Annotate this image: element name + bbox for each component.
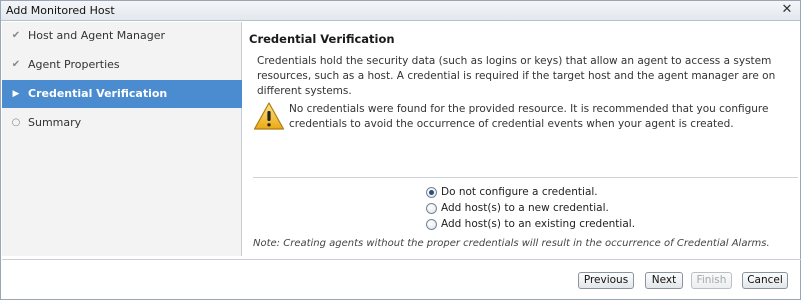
warning-icon — [253, 102, 285, 130]
window-title: Add Monitored Host — [6, 4, 115, 17]
option-add-to-new-credential[interactable]: Add host(s) to a new credential. — [425, 200, 635, 216]
step-host-and-agent-manager[interactable]: ✔ Host and Agent Manager — [2, 22, 242, 50]
intro-text: Credentials hold the security data (such… — [257, 55, 776, 97]
option-label: Do not configure a credential. — [441, 186, 598, 198]
radio-button[interactable] — [426, 219, 437, 230]
step-agent-properties[interactable]: ✔ Agent Properties — [2, 51, 242, 79]
step-label: Credential Verification — [28, 87, 168, 100]
close-icon[interactable]: ✕ — [780, 3, 794, 17]
page-title: Credential Verification — [249, 32, 395, 46]
step-label: Agent Properties — [28, 58, 120, 71]
checkmark-icon: ✔ — [11, 30, 21, 41]
divider — [253, 177, 798, 178]
play-arrow-icon: ▶ — [12, 89, 20, 99]
step-label: Summary — [28, 116, 82, 129]
next-button[interactable]: Next — [645, 272, 683, 289]
radio-button-selected[interactable] — [426, 187, 437, 198]
step-label: Host and Agent Manager — [28, 29, 166, 42]
circle-icon: ○ — [11, 117, 21, 128]
add-monitored-host-dialog: Add Monitored Host ✕ ✔ Host and Agent Ma… — [0, 0, 801, 300]
option-label: Add host(s) to an existing credential. — [441, 218, 636, 230]
footer-divider — [2, 259, 801, 260]
checkmark-icon: ✔ — [11, 59, 21, 70]
note-text: Note: Creating agents without the proper… — [253, 238, 770, 249]
option-label: Add host(s) to a new credential. — [441, 202, 609, 214]
cancel-button[interactable]: Cancel — [742, 272, 788, 289]
title-bar: Add Monitored Host ✕ — [1, 1, 800, 21]
finish-button[interactable]: Finish — [691, 272, 732, 289]
option-do-not-configure[interactable]: Do not configure a credential. — [425, 184, 635, 200]
radio-button[interactable] — [426, 203, 437, 214]
step-credential-verification[interactable]: ▶ Credential Verification — [2, 80, 242, 108]
step-summary[interactable]: ○ Summary — [2, 109, 242, 137]
option-add-to-existing-credential[interactable]: Add host(s) to an existing credential. — [425, 216, 635, 232]
warning-message: No credentials were found for the provid… — [289, 103, 769, 130]
main-panel: Credential Verification Credentials hold… — [243, 22, 800, 256]
previous-button[interactable]: Previous — [578, 272, 634, 289]
credential-options: Do not configure a credential. Add host(… — [425, 184, 635, 232]
wizard-steps-sidebar: ✔ Host and Agent Manager ✔ Agent Propert… — [2, 22, 242, 256]
